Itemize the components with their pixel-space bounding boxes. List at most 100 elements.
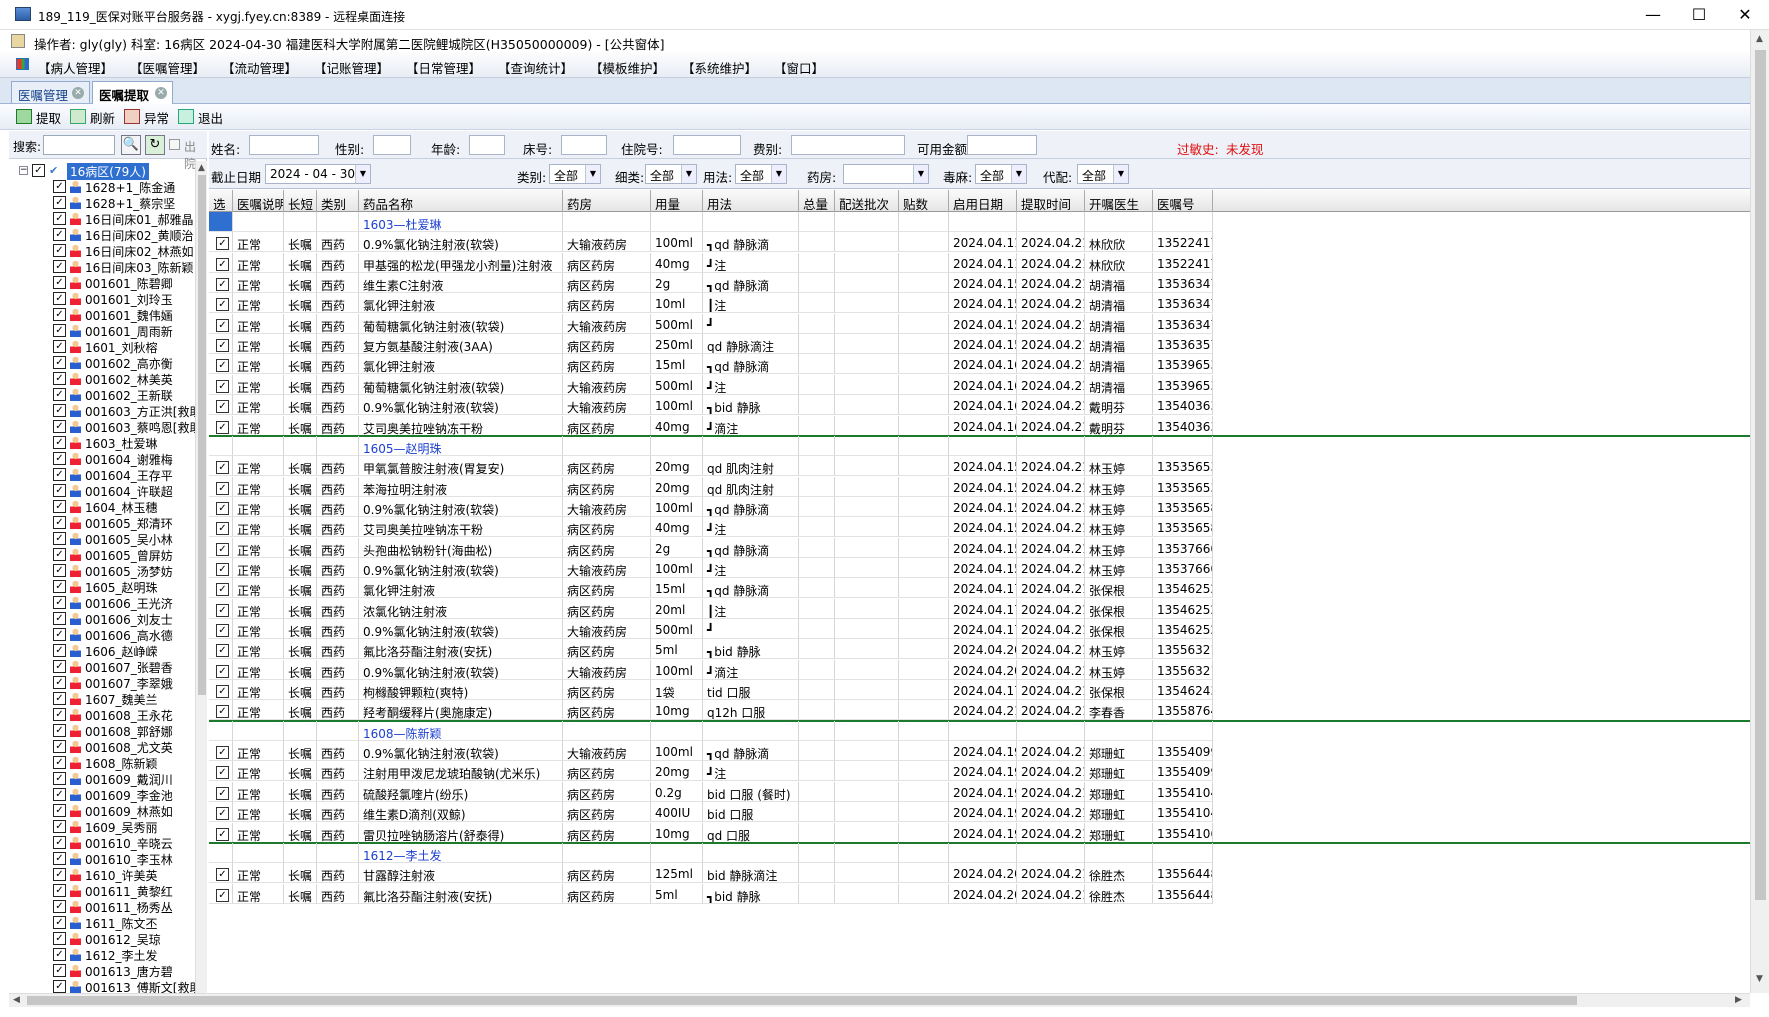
row-checkbox[interactable]: ✓: [216, 705, 229, 719]
patient-checkbox[interactable]: ✓: [53, 212, 66, 225]
select-cell[interactable]: ✓: [209, 578, 233, 599]
patient-checkbox[interactable]: ✓: [53, 740, 66, 753]
exit-button[interactable]: 退出: [178, 108, 223, 126]
patient-checkbox[interactable]: ✓: [53, 420, 66, 433]
row-checkbox[interactable]: ✓: [216, 461, 229, 475]
select-cell[interactable]: ✓: [209, 374, 233, 395]
tree-patient-node[interactable]: ✓ 001602_林美英: [53, 371, 195, 387]
tree-patient-node[interactable]: ✓ 16日间床03_陈新颖: [53, 259, 195, 275]
tree-patient-node[interactable]: ✓ 001604_王存平: [53, 467, 195, 483]
menu-query[interactable]: 【查询统计】: [498, 58, 573, 77]
chevron-down-icon[interactable]: ▼: [585, 165, 600, 183]
select-cell[interactable]: ✓: [209, 863, 233, 884]
patient-checkbox[interactable]: ✓: [53, 356, 66, 369]
tree-patient-node[interactable]: ✓ 001607_张碧香: [53, 659, 195, 675]
menu-window[interactable]: 【窗口】: [774, 58, 824, 77]
patient-checkbox[interactable]: ✓: [53, 980, 66, 993]
column-header-select[interactable]: 选: [209, 190, 233, 212]
column-header-usage[interactable]: 用法: [703, 190, 799, 212]
patient-checkbox[interactable]: ✓: [53, 692, 66, 705]
scroll-up-icon[interactable]: ▲: [198, 163, 205, 173]
select-cell[interactable]: ✓: [209, 496, 233, 517]
patient-checkbox[interactable]: ✓: [53, 628, 66, 641]
tree-patient-node[interactable]: ✓ 1612_李土发: [53, 947, 195, 963]
column-header-start[interactable]: 启用日期: [949, 190, 1017, 212]
chevron-down-icon[interactable]: ▼: [1113, 165, 1128, 183]
row-checkbox[interactable]: ✓: [216, 624, 229, 637]
bed-field[interactable]: [561, 135, 607, 155]
row-checkbox[interactable]: ✓: [216, 766, 229, 780]
row-checkbox[interactable]: ✓: [216, 807, 229, 821]
tree-patient-node[interactable]: ✓ 001605_曾屏妨: [53, 547, 195, 563]
patient-checkbox[interactable]: ✓: [53, 308, 66, 321]
tree-patient-node[interactable]: ✓ 001602_王新联: [53, 387, 195, 403]
search-input[interactable]: [43, 135, 115, 155]
tree-patient-node[interactable]: ✓ 001606_王光济: [53, 595, 195, 611]
chevron-down-icon[interactable]: ▼: [355, 165, 370, 183]
row-checkbox[interactable]: ✓: [216, 339, 229, 353]
select-cell[interactable]: ✓: [209, 619, 233, 639]
maximize-button[interactable]: ☐: [1676, 0, 1722, 30]
tree-patient-node[interactable]: ✓ 001605_郑清环: [53, 515, 195, 531]
inpatient-field[interactable]: [673, 135, 741, 155]
gender-field[interactable]: [373, 135, 411, 155]
tree-patient-node[interactable]: ✓ 1601_刘秋榕: [53, 339, 195, 355]
row-checkbox[interactable]: ✓: [216, 746, 229, 760]
patient-checkbox[interactable]: ✓: [53, 788, 66, 801]
scroll-right-icon[interactable]: ▶: [1735, 995, 1742, 1005]
row-checkbox[interactable]: ✓: [216, 644, 229, 658]
tree-patient-node[interactable]: ✓ 16日间床01_郝雅晶: [53, 211, 195, 227]
poison-select[interactable]: 全部 ▼: [975, 164, 1027, 184]
tree-patient-node[interactable]: ✓ 001612_吴琼: [53, 931, 195, 947]
tree-patient-node[interactable]: ✓ 001608_王永花: [53, 707, 195, 723]
row-checkbox[interactable]: ✓: [216, 298, 229, 312]
close-tab-icon[interactable]: ✕: [155, 87, 167, 99]
chevron-down-icon[interactable]: ▼: [913, 165, 928, 183]
horizontal-scrollbar[interactable]: ◀ ▶: [9, 993, 1750, 1007]
patient-checkbox[interactable]: ✓: [53, 484, 66, 497]
select-cell[interactable]: ✓: [209, 537, 233, 558]
tree-patient-node[interactable]: ✓ 001605_汤梦妨: [53, 563, 195, 579]
patient-checkbox[interactable]: ✓: [53, 436, 66, 449]
patient-checkbox[interactable]: ✓: [53, 900, 66, 913]
scroll-thumb[interactable]: [198, 175, 206, 695]
select-cell[interactable]: ✓: [209, 659, 233, 680]
patient-checkbox[interactable]: ✓: [53, 836, 66, 849]
select-cell[interactable]: ✓: [209, 232, 233, 253]
select-cell[interactable]: ✓: [209, 334, 233, 355]
row-checkbox[interactable]: ✓: [216, 583, 229, 597]
patient-checkbox[interactable]: ✓: [53, 228, 66, 241]
patient-checkbox[interactable]: ✓: [53, 500, 66, 513]
row-checkbox[interactable]: ✓: [216, 827, 229, 841]
menu-template[interactable]: 【模板维护】: [590, 58, 665, 77]
patient-checkbox[interactable]: ✓: [53, 964, 66, 977]
tree-patient-node[interactable]: ✓ 001607_李翠娥: [53, 675, 195, 691]
patient-checkbox[interactable]: ✓: [53, 468, 66, 481]
patient-checkbox[interactable]: ✓: [53, 612, 66, 625]
tree-patient-node[interactable]: ✓ 1608_陈新颖: [53, 755, 195, 771]
select-cell[interactable]: ✓: [209, 354, 233, 375]
patient-checkbox[interactable]: ✓: [53, 324, 66, 337]
patient-checkbox[interactable]: ✓: [53, 276, 66, 289]
decoction-select[interactable]: 全部 ▼: [1077, 164, 1129, 184]
column-header-packs[interactable]: 贴数: [899, 190, 949, 212]
subcategory-select[interactable]: 全部 ▼: [645, 164, 697, 184]
patient-checkbox[interactable]: ✓: [53, 820, 66, 833]
patient-checkbox[interactable]: ✓: [53, 804, 66, 817]
pharmacy-select[interactable]: ▼: [843, 164, 929, 184]
category-select[interactable]: 全部 ▼: [549, 164, 601, 184]
name-field[interactable]: [249, 135, 319, 155]
select-cell[interactable]: ✓: [209, 395, 233, 416]
age-field[interactable]: [469, 135, 505, 155]
tree-scrollbar[interactable]: ▲: [195, 161, 207, 993]
column-header-term[interactable]: 长短: [284, 190, 317, 212]
select-cell[interactable]: ✓: [209, 680, 233, 701]
patient-checkbox[interactable]: ✓: [53, 564, 66, 577]
patient-checkbox[interactable]: ✓: [53, 868, 66, 881]
row-checkbox[interactable]: ✓: [216, 379, 229, 393]
select-cell[interactable]: ✓: [209, 883, 233, 904]
patient-checkbox[interactable]: ✓: [53, 244, 66, 257]
patient-checkbox[interactable]: ✓: [53, 516, 66, 529]
patient-checkbox[interactable]: ✓: [53, 948, 66, 961]
minimize-button[interactable]: —: [1630, 0, 1676, 30]
